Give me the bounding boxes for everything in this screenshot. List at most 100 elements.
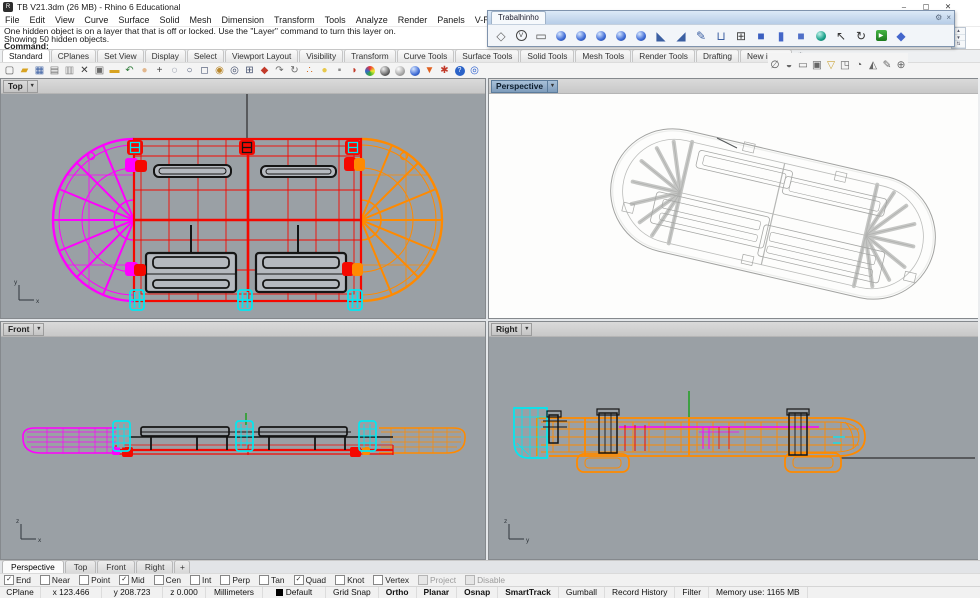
toolbar-tab[interactable]: Standard bbox=[2, 49, 50, 62]
osnap-toggle[interactable]: Int bbox=[190, 575, 211, 585]
color-wheel-icon[interactable] bbox=[362, 64, 377, 78]
render-window-icon[interactable]: ▭ bbox=[796, 58, 810, 72]
zoom-selected-icon[interactable]: ◉ bbox=[212, 64, 227, 78]
viewport-right-dropdown-icon[interactable]: ▼ bbox=[522, 322, 533, 336]
splash-icon[interactable]: ◭ bbox=[866, 58, 880, 72]
toolbar-tab[interactable]: Set View bbox=[97, 49, 144, 62]
toolbar-tab[interactable]: Render Tools bbox=[632, 49, 695, 62]
toolbar-tab[interactable]: Drafting bbox=[695, 49, 740, 62]
viewport-perspective-titlebar[interactable]: Perspective ▼ bbox=[489, 79, 979, 94]
menu-item[interactable]: Transform bbox=[269, 15, 320, 25]
lamp-icon[interactable]: ● bbox=[317, 64, 332, 78]
floating-toolbar-tab[interactable]: Trabalhinho bbox=[491, 11, 546, 24]
vray-swirl-icon[interactable]: ◎ bbox=[467, 64, 482, 78]
status-toggle[interactable]: Osnap bbox=[457, 587, 499, 598]
circled-v-icon[interactable]: V bbox=[511, 27, 531, 45]
units-indicator[interactable]: Millimeters bbox=[206, 587, 263, 598]
menu-item[interactable]: Render bbox=[393, 15, 433, 25]
menu-item[interactable]: Tools bbox=[320, 15, 351, 25]
viewport-front-titlebar[interactable]: Front ▼ bbox=[1, 322, 485, 337]
toolbar-tab[interactable]: Select bbox=[186, 49, 224, 62]
pillar-icon[interactable]: ▮ bbox=[771, 27, 791, 45]
viewport-perspective-dropdown-icon[interactable]: ▼ bbox=[548, 79, 559, 93]
osnap-toggle[interactable]: Disable bbox=[465, 575, 505, 585]
viewport-tab[interactable]: Front bbox=[97, 560, 135, 573]
viewport-front-dropdown-icon[interactable]: ▼ bbox=[34, 322, 45, 336]
osnap-checkbox[interactable] bbox=[293, 575, 304, 585]
menu-item[interactable]: Curve bbox=[79, 15, 113, 25]
floating-toolbar-close-icon[interactable]: × bbox=[946, 11, 951, 24]
viewport-right[interactable]: Right ▼ z y bbox=[488, 321, 980, 560]
clamp-left-icon[interactable]: ◣ bbox=[651, 27, 671, 45]
clamp-right-icon[interactable]: ◢ bbox=[671, 27, 691, 45]
layer-icon[interactable]: ◗ bbox=[347, 64, 362, 78]
toolbar-tab[interactable]: Surface Tools bbox=[455, 49, 520, 62]
pan-hand-icon[interactable]: ● bbox=[137, 64, 152, 78]
play-icon[interactable] bbox=[871, 27, 891, 45]
osnap-toggle[interactable]: Quad bbox=[293, 575, 326, 585]
osnap-checkbox[interactable] bbox=[335, 575, 346, 585]
render-preview-icon[interactable]: ▣ bbox=[810, 58, 824, 72]
sphere-scale-icon[interactable] bbox=[591, 27, 611, 45]
globe-icon[interactable] bbox=[811, 27, 831, 45]
move-icon[interactable]: + bbox=[152, 64, 167, 78]
osnap-checkbox[interactable] bbox=[190, 575, 201, 585]
dim-bracket-icon[interactable]: ⊔ bbox=[711, 27, 731, 45]
viewport-front-label[interactable]: Front bbox=[3, 322, 35, 336]
status-toggle[interactable]: Grid Snap bbox=[326, 587, 379, 598]
osnap-checkbox[interactable] bbox=[79, 575, 90, 585]
osnap-toggle[interactable]: Perp bbox=[220, 575, 250, 585]
zoom-icon[interactable]: ◌ bbox=[167, 64, 182, 78]
help-icon[interactable] bbox=[452, 64, 467, 78]
osnap-checkbox[interactable] bbox=[259, 575, 270, 585]
export-icon[interactable]: ▥ bbox=[62, 64, 77, 78]
window-icon[interactable]: ▭ bbox=[531, 27, 551, 45]
lock-icon[interactable]: ▪ bbox=[332, 64, 347, 78]
grid-table-icon[interactable]: ⊞ bbox=[731, 27, 751, 45]
floating-toolbar[interactable]: Trabalhinho ⚙ × ◇V▭◣◢✎⊔⊞■▮■↖↻◆ bbox=[487, 10, 955, 47]
sphere-orient-icon[interactable] bbox=[611, 27, 631, 45]
status-toggle[interactable]: Ortho bbox=[379, 587, 417, 598]
viewport-tab[interactable]: Top bbox=[64, 560, 97, 573]
menu-item[interactable]: Analyze bbox=[351, 15, 393, 25]
selection-filter-icon[interactable]: ▽ bbox=[824, 58, 838, 72]
osnap-checkbox[interactable] bbox=[220, 575, 231, 585]
status-toggle[interactable]: Filter bbox=[675, 587, 710, 598]
settings-icon[interactable]: ✱ bbox=[437, 64, 452, 78]
right-viewport-canvas[interactable]: zy bbox=[489, 337, 979, 560]
revolve-arrow-icon[interactable]: ↻ bbox=[851, 27, 871, 45]
front-viewport-canvas[interactable]: zx bbox=[1, 337, 485, 560]
osnap-toggle[interactable]: Near bbox=[39, 575, 70, 585]
viewport-tab[interactable]: Perspective bbox=[2, 560, 64, 573]
viewport-top-dropdown-icon[interactable]: ▼ bbox=[27, 79, 38, 93]
pen-icon[interactable]: ✎ bbox=[691, 27, 711, 45]
render-flame-icon[interactable]: ▼ bbox=[422, 64, 437, 78]
save-icon[interactable]: ▦ bbox=[32, 64, 47, 78]
menu-item[interactable]: Mesh bbox=[184, 15, 216, 25]
rendered-sphere-icon[interactable] bbox=[407, 64, 422, 78]
osnap-checkbox[interactable] bbox=[4, 575, 14, 585]
toolbar-tab[interactable]: Display bbox=[144, 49, 186, 62]
toolbar-tab[interactable]: Viewport Layout bbox=[224, 49, 299, 62]
box-edit-icon[interactable]: ◳ bbox=[838, 58, 852, 72]
sphere-link-icon[interactable] bbox=[631, 27, 651, 45]
menu-item[interactable]: File bbox=[0, 15, 25, 25]
cube-icon[interactable]: ■ bbox=[791, 27, 811, 45]
toolbar-tab[interactable]: Solid Tools bbox=[520, 49, 575, 62]
osnap-toggle[interactable]: Cen bbox=[153, 575, 181, 585]
flow-arrow-icon[interactable]: ↖ bbox=[831, 27, 851, 45]
menu-item[interactable]: Edit bbox=[25, 15, 51, 25]
osnap-toggle[interactable]: Mid bbox=[119, 575, 145, 585]
top-viewport-canvas[interactable]: yx bbox=[1, 94, 485, 319]
floating-toolbar-titlebar[interactable]: Trabalhinho ⚙ × bbox=[488, 11, 954, 24]
viewport-layout-icon[interactable]: ⊞ bbox=[242, 64, 257, 78]
menu-item[interactable]: Dimension bbox=[216, 15, 269, 25]
osnap-checkbox[interactable] bbox=[153, 575, 164, 585]
spotlight-icon[interactable]: ∴ bbox=[302, 64, 317, 78]
osnap-toggle[interactable]: Project bbox=[418, 575, 456, 585]
osnap-toggle[interactable]: Tan bbox=[259, 575, 285, 585]
zoom-extents-icon[interactable]: ◎ bbox=[227, 64, 242, 78]
osnap-toggle[interactable]: End bbox=[4, 575, 31, 585]
viewport-top[interactable]: Top ▼ y x bbox=[0, 78, 486, 319]
menu-item[interactable]: Solid bbox=[154, 15, 184, 25]
